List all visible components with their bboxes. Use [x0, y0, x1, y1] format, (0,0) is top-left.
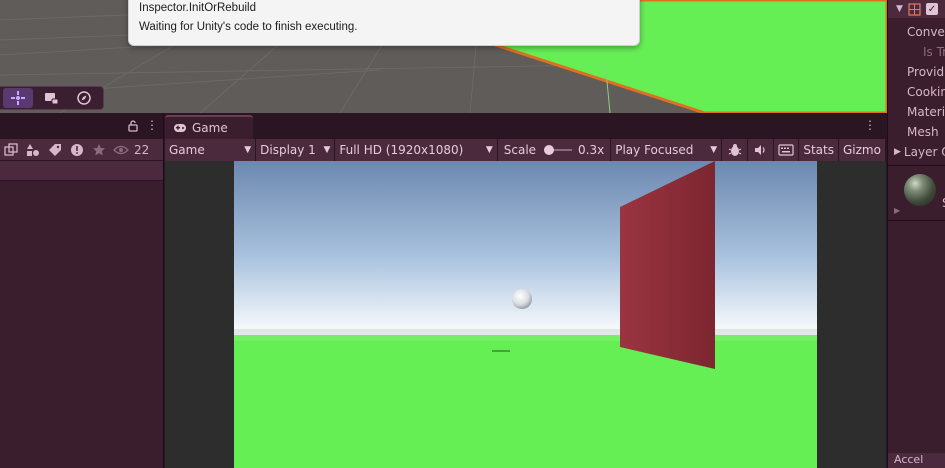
hierarchy-panel: ⋮ 22	[0, 113, 164, 468]
material-label: Materi	[907, 105, 945, 119]
layer-overrides-foldout[interactable]: ▶ Layer O	[888, 142, 945, 162]
cooking-options-property[interactable]: Cookin	[888, 82, 945, 102]
skybox	[234, 161, 817, 336]
convex-property[interactable]: Convex	[888, 22, 945, 42]
speaker-icon	[755, 145, 765, 155]
game-tab-label: Game	[192, 121, 228, 135]
keyboard-icon	[778, 144, 794, 156]
move-tool-button[interactable]	[3, 88, 33, 108]
chevron-down-icon: ▼	[244, 145, 252, 155]
scale-label: Scale	[503, 143, 537, 157]
hierarchy-tab-bar: ⋮	[0, 113, 163, 139]
display-value: Display 1	[260, 143, 316, 157]
kebab-menu-icon[interactable]: ⋮	[146, 118, 158, 132]
chevron-down-icon: ▼	[323, 145, 331, 155]
gizmos-button[interactable]: Gizmo	[839, 139, 886, 161]
stats-label: Stats	[803, 143, 834, 157]
gizmos-label: Gizmo	[843, 143, 881, 157]
game-viewport[interactable]	[234, 161, 817, 468]
bug-icon	[728, 144, 741, 156]
cooking-options-label: Cookin	[907, 85, 945, 99]
display-dropdown[interactable]: Display 1 ▼	[256, 139, 336, 161]
kebab-menu-icon[interactable]: ⋮	[864, 118, 876, 132]
move-tool-icon	[11, 91, 25, 105]
scene-overlay-toolbar	[0, 86, 104, 110]
chevron-down-icon: ▼	[485, 145, 493, 155]
warning-icon[interactable]	[66, 143, 88, 157]
hierarchy-toolbar: 22	[0, 139, 163, 161]
tab-game[interactable]: Game	[165, 115, 253, 139]
hierarchy-row[interactable]	[0, 161, 163, 181]
compass-icon	[77, 91, 91, 105]
ground-plane	[234, 335, 817, 468]
resolution-dropdown[interactable]: Full HD (1920x1080) ▼	[335, 139, 498, 161]
game-tab-bar: Game ⋮	[165, 113, 886, 139]
scale-value: 0.3x	[578, 143, 605, 157]
shapes-icon[interactable]	[22, 143, 44, 157]
dialog-title: Inspector.InitOrRebuild	[139, 2, 256, 14]
mesh-property[interactable]: Mesh	[888, 122, 945, 142]
play-mode-dropdown[interactable]: Play Focused ▼	[611, 139, 723, 161]
expand-arrow-icon: ▶	[894, 147, 901, 157]
mesh-collider-icon	[908, 2, 921, 16]
star-icon[interactable]	[88, 143, 110, 157]
resolution-value: Full HD (1920x1080)	[339, 143, 464, 157]
tag-icon[interactable]	[44, 143, 66, 157]
visible-object-count: 22	[134, 142, 150, 157]
is-trigger-label: Is Tr	[923, 45, 945, 59]
white-sphere	[512, 289, 532, 309]
material-sphere-preview	[904, 174, 936, 206]
gamepad-icon	[174, 124, 186, 132]
progress-dialog: Inspector.InitOrRebuild Waiting for Unit…	[128, 0, 640, 46]
mute-audio-button[interactable]	[748, 139, 774, 161]
inspector-panel: ▼ ✓ Convex Is Tr Provid Cookin Materi Me…	[887, 0, 945, 468]
mesh-label: Mesh	[907, 125, 939, 139]
bottom-label: Accel	[894, 453, 924, 466]
frame-debugger-button[interactable]	[722, 139, 748, 161]
game-panel: Game ⋮ Game ▼ Display 1 ▼ Full HD (1920x…	[165, 113, 886, 468]
inspector-bottom-row: Accel	[888, 453, 945, 468]
convex-label: Convex	[907, 25, 945, 39]
component-enabled-checkbox[interactable]: ✓	[925, 3, 938, 15]
component-header[interactable]: ▼ ✓	[888, 0, 945, 18]
layer-overrides-label: Layer O	[903, 145, 945, 159]
expand-arrow-icon[interactable]: ▶	[894, 206, 900, 215]
stats-button[interactable]: Stats	[799, 139, 839, 161]
scale-control: Scale 0.3x	[498, 139, 612, 161]
scene-visibility-icon[interactable]	[0, 142, 22, 157]
scale-slider[interactable]	[544, 145, 573, 155]
material-property[interactable]: Materi	[888, 102, 945, 122]
camera-tool-button[interactable]	[36, 88, 66, 108]
provides-contacts-label: Provid	[907, 65, 945, 79]
shortcuts-button[interactable]	[774, 139, 800, 161]
scale-slider-handle[interactable]	[544, 145, 555, 155]
view-mode-value: Game	[169, 143, 205, 157]
lock-icon[interactable]	[128, 120, 138, 132]
dialog-message: Waiting for Unity's code to finish execu…	[139, 21, 358, 33]
game-render	[234, 161, 817, 468]
camera-icon	[45, 93, 59, 105]
eye-icon[interactable]	[110, 144, 132, 156]
game-toolbar: Game ▼ Display 1 ▼ Full HD (1920x1080) ▼…	[165, 139, 886, 161]
provides-contacts-property[interactable]: Provid	[888, 62, 945, 82]
view-mode-dropdown[interactable]: Game ▼	[165, 139, 257, 161]
play-mode-value: Play Focused	[615, 143, 694, 157]
collapse-arrow-icon[interactable]: ▼	[896, 4, 903, 14]
chevron-down-icon: ▼	[710, 145, 718, 155]
is-trigger-property: Is Tr	[888, 42, 945, 62]
navigation-tool-button[interactable]	[69, 88, 99, 108]
material-preview[interactable]: S ▶	[888, 165, 945, 221]
